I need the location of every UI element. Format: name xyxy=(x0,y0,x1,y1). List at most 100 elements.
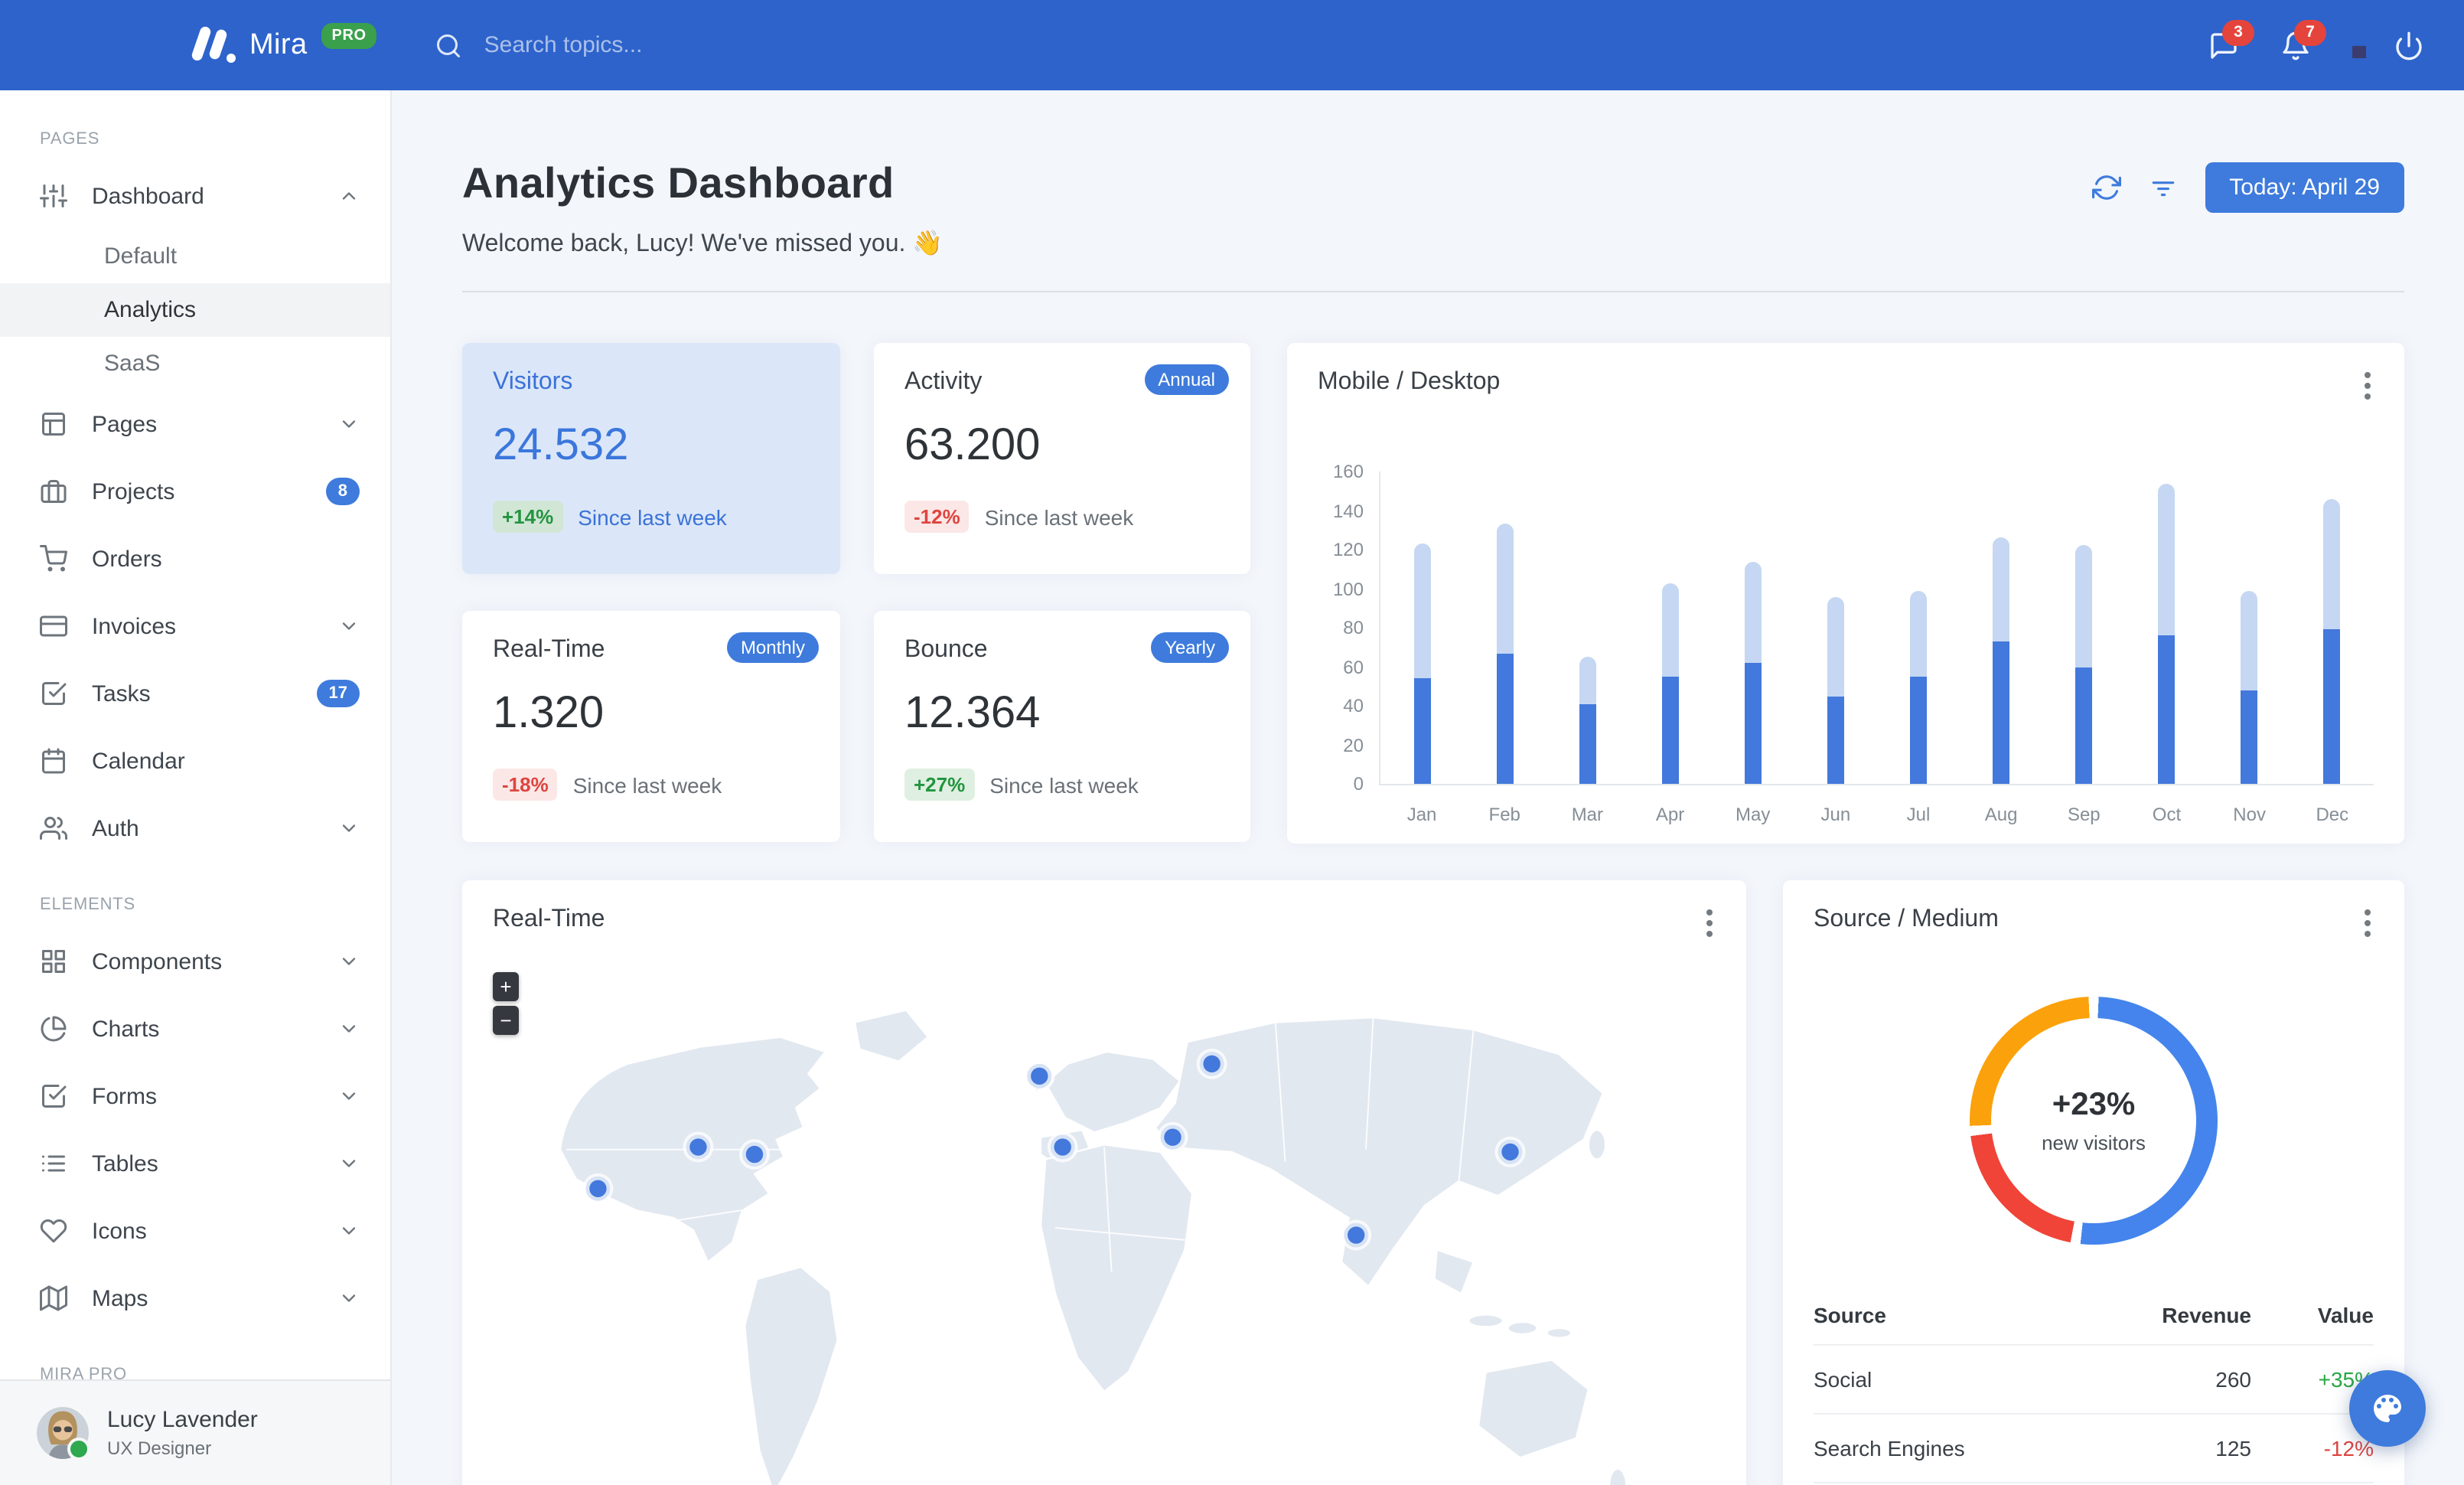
page-subtitle: Welcome back, Lucy! We've missed you. 👋 xyxy=(462,231,944,257)
chevron-down-icon xyxy=(338,1153,360,1174)
map-zoom-out-button[interactable]: − xyxy=(493,1006,519,1035)
kebab-icon xyxy=(1706,909,1713,937)
stacked-bar-chart: 0 20 40 60 80 100 120 140 160 xyxy=(1318,461,2374,795)
pie-chart-icon xyxy=(40,1015,67,1043)
refresh-icon xyxy=(2091,175,2121,200)
chevron-down-icon xyxy=(338,1018,360,1040)
chevron-down-icon xyxy=(338,1288,360,1309)
sidebar-item-projects[interactable]: Projects 8 xyxy=(0,458,390,525)
chevron-down-icon xyxy=(338,615,360,637)
chevron-down-icon xyxy=(338,1220,360,1242)
y-axis: 0 20 40 60 80 100 120 140 160 xyxy=(1332,461,1364,795)
users-icon xyxy=(40,814,67,842)
sidebar-item-forms[interactable]: Forms xyxy=(0,1062,390,1130)
visitors-value: 24.532 xyxy=(493,421,629,470)
sidebar-subitem-default[interactable]: Default xyxy=(0,230,390,283)
world-map[interactable] xyxy=(493,966,1716,1485)
section-header-elements: ELEMENTS xyxy=(40,896,135,914)
map-menu-button[interactable] xyxy=(1703,906,1716,948)
continents xyxy=(559,1009,1628,1485)
messages-button[interactable]: 3 xyxy=(2208,19,2254,60)
sidebar-subitem-analytics[interactable]: Analytics xyxy=(0,283,390,337)
bounce-delta-badge: +27% xyxy=(904,769,975,801)
realtime-value: 1.320 xyxy=(493,689,605,738)
sidebar-item-icons[interactable]: Icons xyxy=(0,1197,390,1265)
power-icon xyxy=(2396,31,2422,60)
refresh-button[interactable] xyxy=(2091,173,2121,202)
notifications-button[interactable]: 7 xyxy=(2280,19,2326,60)
messages-count-badge: 3 xyxy=(2222,19,2254,45)
projects-count-badge: 8 xyxy=(325,478,360,505)
source-table: Source Revenue Value Social 260 +35% Sea… xyxy=(1814,1286,2374,1485)
stats-grid: Visitors 24.532 +14% Since last week Act… xyxy=(462,343,1250,844)
search-input[interactable] xyxy=(481,31,824,60)
shopping-cart-icon xyxy=(40,545,67,573)
source-card-title: Source / Medium xyxy=(1814,906,1999,932)
sidebar-subitem-saas[interactable]: SaaS xyxy=(0,337,390,390)
sidebar-item-dashboard[interactable]: Dashboard xyxy=(0,162,390,230)
donut-center-label: new visitors xyxy=(2042,1131,2146,1154)
sidebar-item-tables[interactable]: Tables xyxy=(0,1130,390,1197)
mobile-desktop-chart-card: Mobile / Desktop 0 20 40 60 80 100 120 140 160 J… xyxy=(1287,343,2404,844)
sidebar-item-components[interactable]: Components xyxy=(0,928,390,995)
user-name: Lucy Lavender xyxy=(107,1407,258,1433)
credit-card-icon xyxy=(40,612,67,640)
filter-icon xyxy=(2151,181,2174,197)
visitors-delta-badge: +14% xyxy=(493,501,563,533)
realtime-period-pill[interactable]: Monthly xyxy=(726,632,819,663)
sidebar-item-auth[interactable]: Auth xyxy=(0,795,390,862)
brand-name: Mira xyxy=(249,28,308,60)
activity-delta-badge: -12% xyxy=(904,501,970,533)
brand[interactable]: Mira PRO xyxy=(190,23,377,67)
user-role: UX Designer xyxy=(107,1438,212,1459)
sidebar-item-maps[interactable]: Maps xyxy=(0,1265,390,1332)
sidebar-item-charts[interactable]: Charts xyxy=(0,995,390,1062)
table-header-row: Source Revenue Value xyxy=(1814,1303,2374,1327)
filter-button[interactable] xyxy=(2148,173,2177,202)
sign-out-button[interactable] xyxy=(2394,30,2424,60)
chevron-down-icon xyxy=(338,818,360,839)
realtime-map-card: Real-Time + − xyxy=(462,880,1746,1485)
sidebar-item-pages[interactable]: Pages xyxy=(0,390,390,458)
source-medium-card: Source / Medium +23% new visitors Source… xyxy=(1783,880,2404,1485)
main-content: Analytics Dashboard Welcome back, Lucy! … xyxy=(390,90,2464,1485)
bar-plot xyxy=(1379,472,2374,785)
mira-logo-icon xyxy=(190,24,237,67)
layout-icon xyxy=(40,410,67,438)
notifications-count-badge: 7 xyxy=(2294,19,2326,45)
user-profile[interactable]: Lucy Lavender UX Designer xyxy=(0,1379,390,1485)
bounce-value: 12.364 xyxy=(904,689,1041,738)
date-range-button[interactable]: Today: April 29 xyxy=(2205,162,2404,213)
kebab-icon xyxy=(2365,909,2371,937)
navbar-actions: 3 7 xyxy=(2208,19,2464,60)
stat-card-activity: Activity Annual 63.200 -12% Since last w… xyxy=(874,343,1250,574)
stat-card-realtime: Real-Time Monthly 1.320 -18% Since last … xyxy=(462,611,840,842)
sidebar: PAGES Dashboard Default Analytics SaaS P… xyxy=(0,90,392,1485)
theme-settings-fab[interactable] xyxy=(2349,1370,2426,1447)
briefcase-icon xyxy=(40,478,67,505)
table-row: Search Engines 125 -12% xyxy=(1814,1413,2374,1482)
header-divider xyxy=(462,291,2404,292)
stat-card-visitors: Visitors 24.532 +14% Since last week xyxy=(462,343,840,574)
activity-period-pill[interactable]: Annual xyxy=(1144,364,1229,395)
check-square-icon xyxy=(40,680,67,707)
map-zoom-in-button[interactable]: + xyxy=(493,972,519,1001)
sidebar-item-invoices[interactable]: Invoices xyxy=(0,592,390,660)
activity-value: 63.200 xyxy=(904,421,1041,470)
donut-chart: +23% new visitors xyxy=(1970,997,2218,1245)
realtime-delta-badge: -18% xyxy=(493,769,558,801)
stat-card-bounce: Bounce Yearly 12.364 +27% Since last wee… xyxy=(874,611,1250,842)
chevron-down-icon xyxy=(338,951,360,972)
source-menu-button[interactable] xyxy=(2361,906,2374,948)
analytics-dashboard-app: Mira PRO 3 7 PAGES xyxy=(0,0,2464,1485)
sidebar-item-calendar[interactable]: Calendar xyxy=(0,727,390,795)
sidebar-item-tasks[interactable]: Tasks 17 xyxy=(0,660,390,727)
chart-menu-button[interactable] xyxy=(2361,369,2374,410)
online-status-dot xyxy=(67,1438,90,1461)
chevron-up-icon xyxy=(338,185,360,207)
table-row: Social 260 +35% xyxy=(1814,1344,2374,1413)
sidebar-item-orders[interactable]: Orders xyxy=(0,525,390,592)
page-title: Analytics Dashboard xyxy=(462,159,895,207)
bounce-period-pill[interactable]: Yearly xyxy=(1151,632,1229,663)
chart-title: Mobile / Desktop xyxy=(1318,369,1501,395)
